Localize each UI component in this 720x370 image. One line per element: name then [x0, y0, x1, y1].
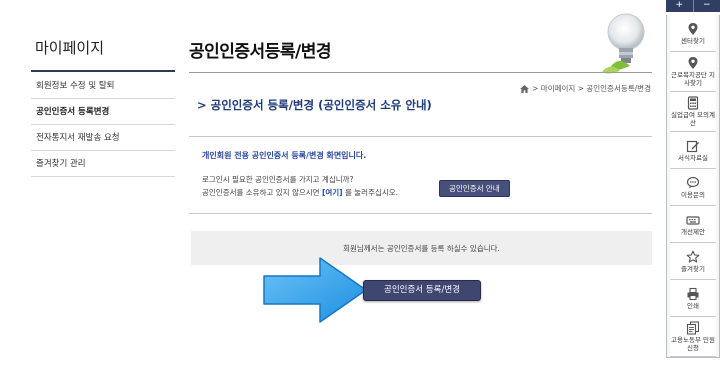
sidebar-menu: 회원정보 수정 및 탈퇴 공인인증서 등록변경 전자통지서 재발송 요청 즐겨찾… [31, 73, 175, 177]
quick-item-label: 실업급여 모의계산 [671, 111, 715, 127]
quick-item-center-search[interactable]: 센터찾기 [670, 15, 716, 52]
notice-text: 회원님께서는 공인인증서를 등록 하실수 있습니다. [343, 244, 500, 253]
quick-item-bookmarks[interactable]: 즐겨찾기 [670, 243, 716, 280]
home-icon[interactable] [520, 84, 530, 93]
sidebar-title: 마이페이지 [35, 39, 105, 57]
quick-item-inquiry[interactable]: 이용문의 [670, 169, 716, 206]
header-divider [189, 72, 652, 73]
location-pin-icon [688, 22, 698, 35]
keyboard-icon [686, 215, 700, 225]
quick-item-label: 이용문의 [681, 190, 705, 199]
page-title: 공인인증서등록/변경 [189, 42, 331, 62]
quick-item-forms[interactable]: 서식자료실 [670, 132, 716, 169]
section-title: > 공인인증서 등록/변경 (공인인증서 소유 안내) [197, 97, 432, 113]
quick-item-benefit-calc[interactable]: 실업급여 모의계산 [670, 92, 716, 132]
info-instruction-suffix: 를 눌러주십시오. [345, 188, 399, 197]
sidebar-item-member-info[interactable]: 회원정보 수정 및 탈퇴 [31, 73, 175, 99]
info-box: 개인회원 전용 공인인증서 등록/변경 화면입니다. 로그인시 필요한 공인인증… [189, 136, 652, 214]
sidebar-item-resend-notice[interactable]: 전자통지서 재발송 요청 [31, 125, 175, 151]
info-question: 로그인시 필요한 공인인증서를 가지고 계십니까? [202, 175, 354, 184]
quick-item-branch-search[interactable]: 근로복지공단 지사찾기 [670, 52, 716, 92]
lightbulb-icon [602, 13, 645, 74]
edit-icon [686, 140, 699, 152]
quick-item-label: 센터찾기 [681, 36, 705, 45]
zoom-in-button[interactable]: + [666, 0, 693, 12]
quick-item-label: 고용노동부 민원신청 [671, 336, 715, 352]
notice-box: 회원님께서는 공인인증서를 등록 하실수 있습니다. [191, 231, 652, 265]
zoom-out-button[interactable]: − [692, 0, 720, 12]
quick-item-label: 서식자료실 [678, 153, 708, 162]
breadcrumb: > 마이페이지 > 공인인증서등록/변경 [520, 83, 651, 94]
quick-item-label: 즐겨찾기 [681, 264, 705, 273]
info-instruction: 공인인증서를 소유하고 있지 않으시면 [여기] 를 눌러주십시오. [202, 187, 398, 198]
quick-item-civil-petition[interactable]: 고용노동부 민원신청 [670, 317, 716, 357]
quick-item-label: 인쇄 [687, 301, 699, 310]
quick-menu: + − 센터찾기 근로복지공단 지사찾기 실업급여 모의계산 서식자료실 이용문… [666, 0, 720, 358]
quick-item-print[interactable]: 인쇄 [670, 280, 716, 317]
quick-item-label: 근로복지공단 지사찾기 [671, 71, 715, 87]
register-certificate-button[interactable]: 공인인증서 등록/변경 [363, 280, 481, 301]
info-member-only: 개인회원 전용 공인인증서 등록/변경 화면입니다. [202, 151, 367, 160]
quick-item-label: 개선제안 [681, 227, 705, 236]
sidebar-divider [31, 70, 175, 72]
chevron-right-icon: > [197, 98, 207, 112]
section-title-text: 공인인증서 등록/변경 (공인인증서 소유 안내) [210, 98, 432, 112]
arrow-right-icon [263, 257, 367, 323]
print-icon [687, 287, 699, 300]
quick-menu-body: 센터찾기 근로복지공단 지사찾기 실업급여 모의계산 서식자료실 이용문의 개선… [666, 15, 720, 358]
info-instruction-prefix: 공인인증서를 소유하고 있지 않으시면 [202, 188, 320, 197]
sidebar-item-favorites[interactable]: 즐겨찾기 관리 [31, 151, 175, 177]
location-pin-icon [688, 57, 698, 69]
sidebar-item-certificate[interactable]: 공인인증서 등록변경 [31, 99, 175, 125]
quick-menu-header: + − [666, 0, 720, 12]
certificate-guide-button[interactable]: 공인인증서 안내 [439, 180, 510, 197]
document-icon [686, 321, 700, 335]
star-icon [686, 250, 700, 263]
calculator-icon [687, 96, 699, 110]
here-link[interactable]: [여기] [322, 188, 343, 197]
breadcrumb-path: > 마이페이지 > 공인인증서등록/변경 [532, 84, 651, 93]
chat-icon [686, 176, 700, 188]
quick-item-suggestion[interactable]: 개선제안 [670, 206, 716, 243]
